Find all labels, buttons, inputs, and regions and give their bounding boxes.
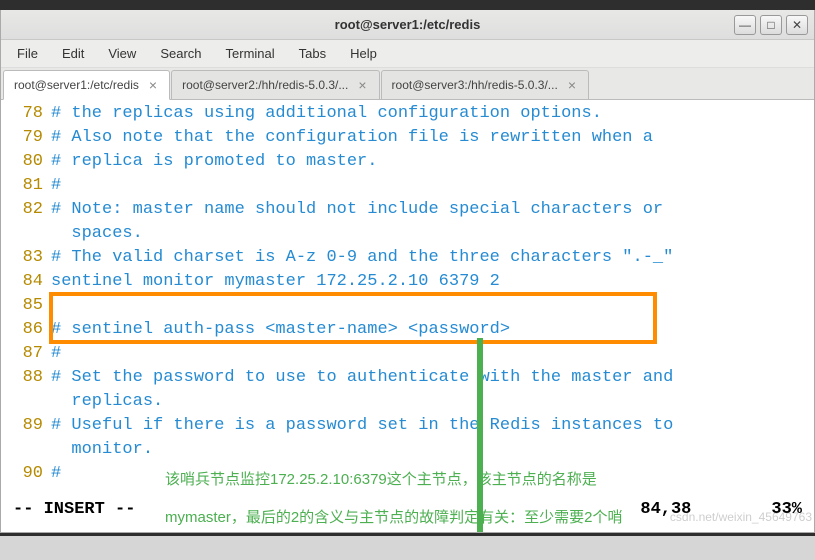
line-number: 83	[1, 246, 51, 270]
tab-server2[interactable]: root@server2:/hh/redis-5.0.3/... ×	[171, 70, 379, 99]
tab-server3[interactable]: root@server3:/hh/redis-5.0.3/... ×	[381, 70, 589, 99]
vim-mode: -- INSERT --	[13, 498, 135, 522]
watermark: csdn.net/weixin_45649763	[670, 505, 812, 529]
code-text: # sentinel auth-pass <master-name> <pass…	[51, 318, 814, 342]
window-title: root@server1:/etc/redis	[1, 17, 814, 32]
line-number: 82	[1, 198, 51, 222]
code-text: #	[51, 174, 814, 198]
editor-line: 85	[1, 294, 814, 318]
menu-view[interactable]: View	[98, 42, 146, 65]
line-number	[1, 222, 51, 246]
code-text: monitor.	[51, 438, 814, 462]
line-number: 90	[1, 462, 51, 486]
line-number: 80	[1, 150, 51, 174]
annotation-text: mymaster，最后的2的含义与主节点的故障判定有关：至少需要2个哨	[165, 506, 623, 530]
menubar: File Edit View Search Terminal Tabs Help	[1, 40, 814, 68]
editor-line: monitor.	[1, 438, 814, 462]
tab-label: root@server3:/hh/redis-5.0.3/...	[392, 78, 558, 92]
code-text: #	[51, 342, 814, 366]
editor-line: replicas.	[1, 390, 814, 414]
tab-label: root@server1:/etc/redis	[14, 78, 139, 92]
code-text: replicas.	[51, 390, 814, 414]
code-text: # the replicas using additional configur…	[51, 102, 814, 126]
editor-line: 89# Useful if there is a password set in…	[1, 414, 814, 438]
code-text: spaces.	[51, 222, 814, 246]
line-number: 89	[1, 414, 51, 438]
desktop-top-bar	[0, 0, 815, 10]
line-number: 81	[1, 174, 51, 198]
close-icon[interactable]: ×	[147, 77, 159, 93]
code-text	[51, 294, 814, 318]
editor-line: 80# replica is promoted to master.	[1, 150, 814, 174]
menu-help[interactable]: Help	[340, 42, 387, 65]
line-number: 78	[1, 102, 51, 126]
line-number: 87	[1, 342, 51, 366]
editor-line: spaces.	[1, 222, 814, 246]
tab-bar: root@server1:/etc/redis × root@server2:/…	[1, 68, 814, 100]
annotation-text: 该哨兵节点监控172.25.2.10:6379这个主节点，该主节点的名称是	[165, 468, 597, 492]
line-number: 84	[1, 270, 51, 294]
editor-line: 88# Set the password to use to authentic…	[1, 366, 814, 390]
code-text: # Set the password to use to authenticat…	[51, 366, 814, 390]
code-text: # Also note that the configuration file …	[51, 126, 814, 150]
close-button[interactable]: ✕	[786, 15, 808, 35]
editor-line: 87#	[1, 342, 814, 366]
menu-tabs[interactable]: Tabs	[289, 42, 336, 65]
code-text: # Note: master name should not include s…	[51, 198, 814, 222]
menu-search[interactable]: Search	[150, 42, 211, 65]
code-text: # replica is promoted to master.	[51, 150, 814, 174]
editor-line: 83# The valid charset is A-z 0-9 and the…	[1, 246, 814, 270]
titlebar[interactable]: root@server1:/etc/redis — □ ✕	[1, 10, 814, 40]
editor-line: 82# Note: master name should not include…	[1, 198, 814, 222]
menu-terminal[interactable]: Terminal	[216, 42, 285, 65]
code-text: sentinel monitor mymaster 172.25.2.10 63…	[51, 270, 814, 294]
editor-line: 78# the replicas using additional config…	[1, 102, 814, 126]
editor-line: 84sentinel monitor mymaster 172.25.2.10 …	[1, 270, 814, 294]
close-icon[interactable]: ×	[566, 77, 578, 93]
line-number: 85	[1, 294, 51, 318]
line-number	[1, 390, 51, 414]
line-number: 79	[1, 126, 51, 150]
minimize-button[interactable]: —	[734, 15, 756, 35]
editor-line: 86# sentinel auth-pass <master-name> <pa…	[1, 318, 814, 342]
line-number: 86	[1, 318, 51, 342]
editor-line: 79# Also note that the configuration fil…	[1, 126, 814, 150]
editor-line: 81#	[1, 174, 814, 198]
tab-server1[interactable]: root@server1:/etc/redis ×	[3, 70, 170, 100]
window-controls: — □ ✕	[734, 15, 808, 35]
desktop-bottom-bar	[0, 533, 815, 536]
close-icon[interactable]: ×	[356, 77, 368, 93]
terminal-window: root@server1:/etc/redis — □ ✕ File Edit …	[0, 10, 815, 533]
menu-edit[interactable]: Edit	[52, 42, 94, 65]
maximize-button[interactable]: □	[760, 15, 782, 35]
tab-label: root@server2:/hh/redis-5.0.3/...	[182, 78, 348, 92]
editor[interactable]: 78# the replicas using additional config…	[1, 100, 814, 532]
code-text: # The valid charset is A-z 0-9 and the t…	[51, 246, 814, 270]
code-text: # Useful if there is a password set in t…	[51, 414, 814, 438]
menu-file[interactable]: File	[7, 42, 48, 65]
line-number	[1, 438, 51, 462]
line-number: 88	[1, 366, 51, 390]
